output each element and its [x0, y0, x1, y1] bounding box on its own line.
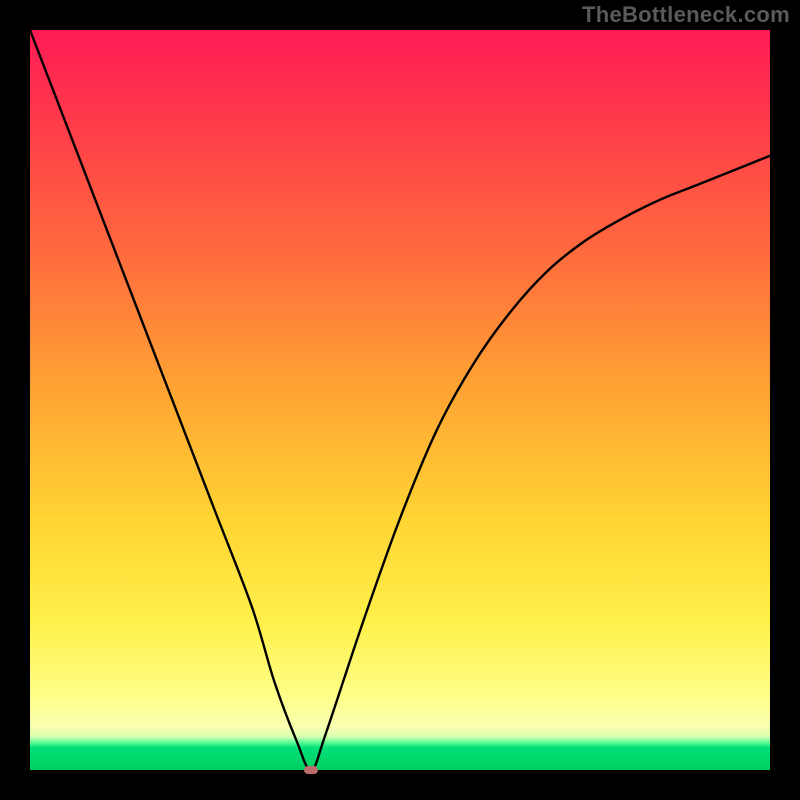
plot-area: [30, 30, 770, 770]
watermark-text: TheBottleneck.com: [582, 2, 790, 28]
curve-minimum-marker: [304, 766, 318, 774]
bottleneck-curve: [30, 30, 770, 770]
chart-frame: TheBottleneck.com: [0, 0, 800, 800]
